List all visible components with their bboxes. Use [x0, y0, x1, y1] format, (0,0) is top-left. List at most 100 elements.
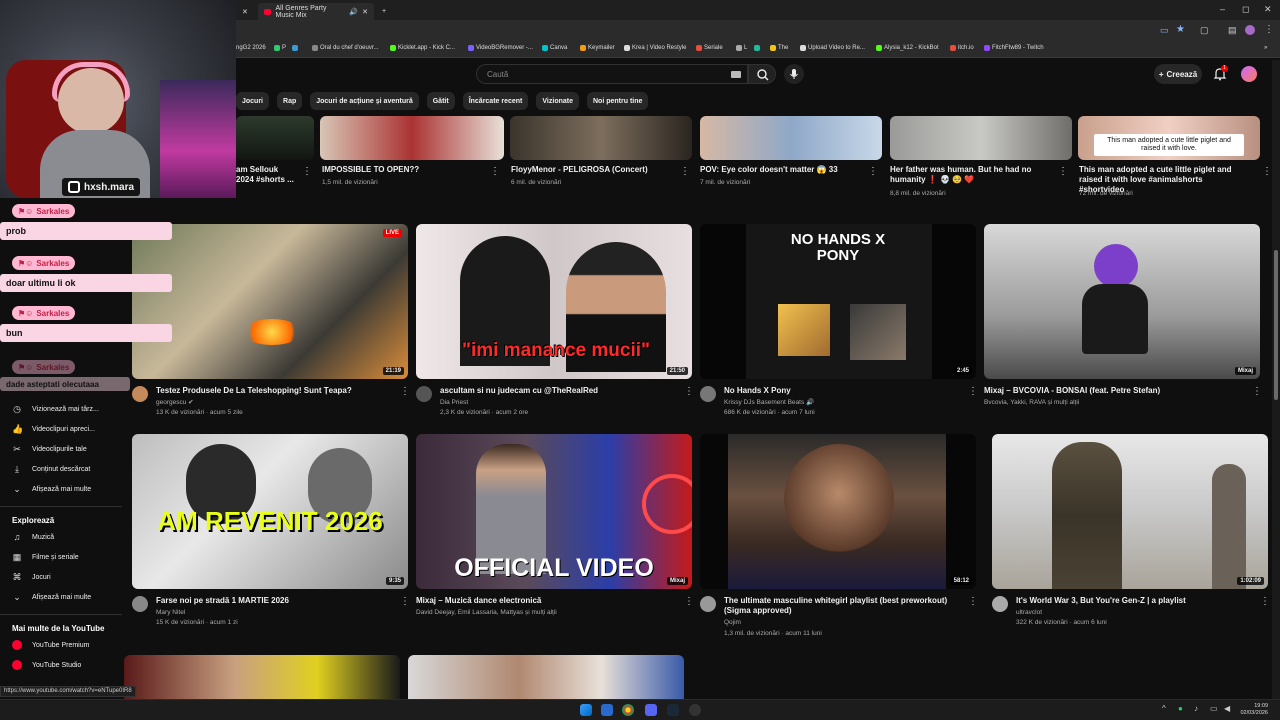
menu-icon[interactable]: ⋮ — [1264, 24, 1274, 35]
bookmark-item[interactable]: ngG2 2026 — [236, 45, 266, 51]
more-options-icon[interactable]: ⋮ — [968, 596, 978, 607]
tray-app-icon[interactable]: ● — [1178, 704, 1183, 713]
bookmark-item[interactable]: FitchFtw89 - Twitch — [984, 45, 1044, 51]
bookmark-overflow[interactable]: » — [1264, 45, 1267, 51]
channel-name[interactable]: Dia Priest — [440, 398, 468, 407]
bookmark-item[interactable]: Keymailer — [580, 45, 615, 51]
video-thumbnail[interactable] — [890, 116, 1072, 160]
cast-icon[interactable]: ▭ — [1160, 25, 1169, 36]
video-title[interactable]: FloyyMenor - PELIGROSA (Concert) — [511, 165, 671, 175]
chip[interactable]: Noi pentru tine — [587, 92, 649, 110]
video-thumbnail[interactable]: OFFICIAL VIDEO Mixaj — [416, 434, 692, 589]
volume-icon[interactable]: ◀ — [1224, 704, 1230, 713]
chip[interactable]: Încărcate recent — [462, 92, 529, 110]
voice-search-button[interactable] — [784, 64, 804, 84]
chip[interactable]: Jocuri de acțiune și aventură — [310, 92, 419, 110]
more-options-icon[interactable]: ⋮ — [684, 596, 694, 607]
sidebar-item-your-videos[interactable]: ✂ Videoclipurile tale — [12, 442, 87, 456]
sidebar-item-movies[interactable]: ▦ Filme și seriale — [12, 550, 79, 564]
video-thumbnail[interactable] — [124, 655, 400, 699]
sidebar-item-premium[interactable]: YouTube Premium — [12, 638, 89, 652]
search-box[interactable]: Caută — [476, 64, 748, 84]
browser-tab-active[interactable]: All Genres Party Music Mix 🔊 ✕ — [258, 3, 374, 20]
video-title[interactable]: The ultimate masculine whitegirl playlis… — [724, 596, 964, 616]
video-title[interactable]: ascultam si nu judecam cu @TheRealRed — [440, 386, 680, 396]
more-options-icon[interactable]: ⋮ — [1058, 166, 1068, 177]
bookmark-item[interactable] — [754, 45, 760, 51]
video-title[interactable]: No Hands X Pony — [724, 386, 964, 396]
star-icon[interactable]: ★ — [1176, 24, 1185, 35]
video-title[interactable]: Her father was human. But he had no huma… — [890, 165, 1046, 185]
channel-avatar[interactable] — [700, 596, 716, 612]
video-thumbnail[interactable]: Mixaj — [984, 224, 1260, 379]
start-icon[interactable] — [580, 704, 592, 716]
bookmark-item[interactable]: L — [736, 45, 747, 51]
bookmark-item[interactable]: Canva — [542, 45, 567, 51]
network-icon[interactable]: ▭ — [1210, 704, 1218, 713]
speaker-icon[interactable]: 🔊 — [349, 8, 358, 16]
video-thumbnail[interactable] — [236, 116, 314, 160]
video-title[interactable]: Testez Produsele De La Teleshopping! Sun… — [156, 386, 396, 396]
more-options-icon[interactable]: ⋮ — [868, 166, 878, 177]
close-icon[interactable]: ✕ — [362, 8, 368, 16]
more-options-icon[interactable]: ⋮ — [400, 386, 410, 397]
create-button[interactable]: + Creează — [1154, 64, 1202, 84]
channel-avatar[interactable] — [416, 386, 432, 402]
bookmark-item[interactable]: The — [770, 45, 788, 51]
bookmark-item[interactable]: itch.io — [950, 45, 974, 51]
bookmark-item[interactable]: P — [274, 45, 286, 51]
extensions-icon[interactable]: ▢ — [1200, 25, 1209, 36]
system-clock[interactable]: 19:09 02/03/2026 — [1240, 703, 1268, 717]
discord-icon[interactable] — [645, 704, 657, 716]
channel-avatar[interactable] — [992, 596, 1008, 612]
task-view-icon[interactable] — [601, 704, 613, 716]
video-title[interactable]: Farse noi pe stradă 1 MARTIE 2026 — [156, 596, 396, 606]
profile-avatar[interactable] — [1245, 25, 1255, 35]
bookmark-item[interactable]: Seriale — [696, 45, 723, 51]
steam-icon[interactable] — [667, 704, 679, 716]
channel-name[interactable]: David Deejay, Emil Lassaria, Mattyas și … — [416, 608, 557, 617]
channel-name[interactable]: Krissy DJs Basement Beats 🔊 — [724, 398, 814, 407]
tray-chevron-icon[interactable]: ^ — [1162, 704, 1166, 713]
obs-icon[interactable] — [689, 704, 701, 716]
chrome-icon[interactable] — [622, 704, 634, 716]
search-input[interactable]: Caută — [487, 70, 508, 79]
chip[interactable]: Jocuri — [236, 92, 270, 110]
video-thumbnail[interactable] — [320, 116, 504, 160]
channel-name[interactable]: Qojim — [724, 618, 741, 627]
scroll-thumb[interactable] — [1274, 250, 1278, 400]
sidebar-icon[interactable]: ▤ — [1228, 25, 1237, 36]
video-thumbnail[interactable] — [510, 116, 692, 160]
sidebar-item-music[interactable]: ♫ Muzică — [12, 530, 55, 544]
video-thumbnail[interactable]: 1:02:09 — [992, 434, 1268, 589]
search-button[interactable] — [748, 64, 776, 84]
video-title[interactable]: IMPOSSIBLE TO OPEN?? — [322, 165, 482, 175]
channel-avatar[interactable] — [132, 386, 148, 402]
sidebar-show-more[interactable]: ⌄ Afișează mai multe — [12, 482, 91, 496]
video-thumbnail[interactable]: "imi manance mucii" 21:50 — [416, 224, 692, 379]
more-options-icon[interactable]: ⋮ — [1252, 386, 1262, 397]
channel-avatar[interactable] — [700, 386, 716, 402]
video-thumbnail[interactable]: 58:12 — [700, 434, 976, 589]
more-options-icon[interactable]: ⋮ — [400, 596, 410, 607]
new-tab-button[interactable]: + — [376, 3, 392, 20]
more-options-icon[interactable]: ⋮ — [1262, 166, 1272, 177]
more-options-icon[interactable]: ⋮ — [302, 166, 312, 177]
video-thumbnail[interactable] — [408, 655, 684, 699]
minimize-icon[interactable]: – — [1220, 4, 1225, 14]
account-avatar[interactable] — [1241, 66, 1257, 82]
sidebar-item-watch-later[interactable]: ◷ Vizionează mai târz... — [12, 402, 99, 416]
more-options-icon[interactable]: ⋮ — [680, 166, 690, 177]
bookmark-item[interactable] — [292, 45, 298, 51]
keyboard-icon[interactable] — [731, 71, 741, 78]
video-title[interactable]: It's World War 3, But You're Gen-Z | a p… — [1016, 596, 1256, 606]
sidebar-show-more[interactable]: ⌄ Afișează mai multe — [12, 590, 91, 604]
bookmark-item[interactable]: Oral du chef d'oeuvr... — [312, 45, 379, 51]
chip[interactable]: Gătit — [426, 92, 455, 110]
video-thumbnail[interactable]: AM REVENIT 2026 9:35 — [132, 434, 408, 589]
mic-tray-icon[interactable]: ♪ — [1194, 704, 1198, 713]
bookmark-item[interactable]: Alysia_k12 - KickBot — [876, 45, 939, 51]
sidebar-item-gaming[interactable]: ⌘ Jocuri — [12, 570, 51, 584]
bookmark-item[interactable]: VideoBGRemover -... — [468, 45, 533, 51]
bookmark-item[interactable]: Krea | Video Restyle — [624, 45, 686, 51]
